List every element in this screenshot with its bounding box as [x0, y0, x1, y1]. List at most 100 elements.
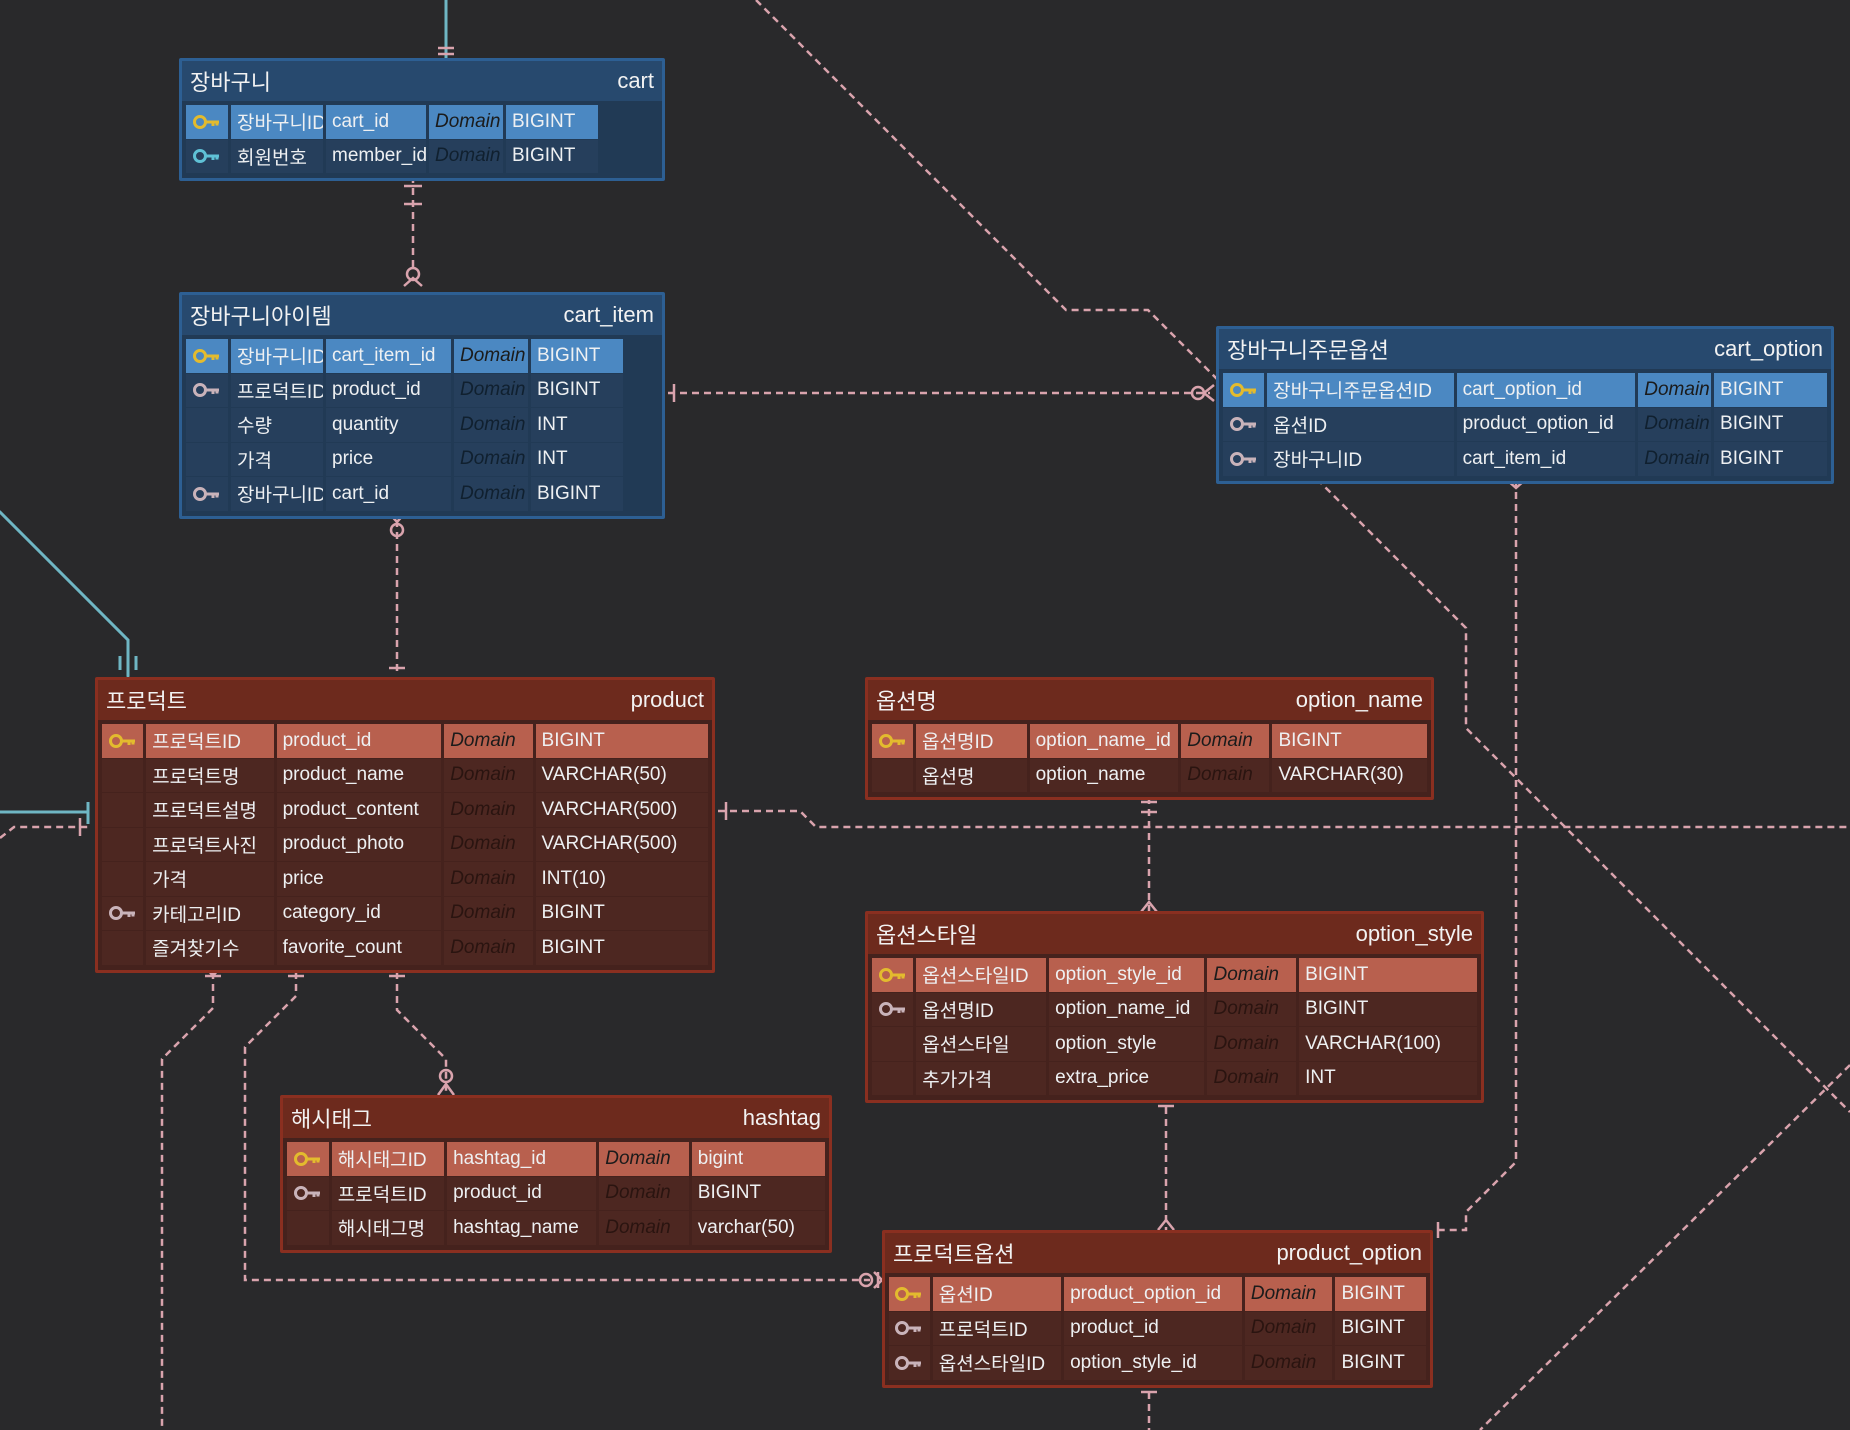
- entity-option-style[interactable]: 옵션스타일 option_style 옵션스타일ID option_style_i…: [865, 911, 1484, 1103]
- column-row[interactable]: 옵션명ID option_name_id Domain BIGINT: [872, 992, 1478, 1026]
- column-row[interactable]: 프로덕트ID product_id Domain BIGINT: [889, 1311, 1426, 1345]
- column-row[interactable]: 옵션명ID option_name_id Domain BIGINT: [872, 724, 1427, 758]
- entity-product-option[interactable]: 프로덕트옵션 product_option 옵션ID product_option…: [882, 1230, 1433, 1388]
- column-row[interactable]: 장바구니ID cart_item_id Domain BIGINT: [186, 339, 658, 373]
- entity-physical-name: cart_option: [1714, 336, 1823, 361]
- column-row[interactable]: 프로덕트명 product_name Domain VARCHAR(50): [102, 758, 708, 792]
- column-data-type: BIGINT: [531, 373, 623, 407]
- entity-logical-name: 장바구니주문옵션: [1227, 338, 1389, 363]
- column-list: 옵션명ID option_name_id Domain BIGINT 옵션명 option…: [868, 720, 1431, 797]
- entity-logical-name: 장바구니: [190, 70, 271, 95]
- column-row[interactable]: 프로덕트ID product_id Domain BIGINT: [287, 1176, 825, 1210]
- column-row[interactable]: 회원번호 member_id Domain BIGINT: [186, 139, 658, 173]
- column-domain: Domain: [444, 862, 533, 896]
- column-row[interactable]: 장바구니ID cart_item_id Domain BIGINT: [1223, 442, 1827, 476]
- entity-logical-name: 장바구니아이템: [190, 304, 332, 329]
- column-key-cell: [186, 339, 228, 373]
- column-domain: Domain: [444, 793, 533, 827]
- foreign-key-icon: [1229, 417, 1256, 432]
- primary-key-icon: [293, 1151, 320, 1166]
- entity-physical-name: option_name: [1295, 687, 1423, 712]
- column-logical-name: 추가가격: [916, 1061, 1047, 1095]
- column-data-type: BIGINT: [1335, 1277, 1426, 1311]
- column-row[interactable]: 추가가격 extra_price Domain INT: [872, 1061, 1478, 1095]
- column-physical-name: cart_item_id: [326, 339, 451, 373]
- column-key-cell: [102, 862, 144, 896]
- column-row[interactable]: 해시태그명 hashtag_name Domain varchar(50): [287, 1211, 825, 1245]
- column-physical-name: option_name_id: [1049, 992, 1205, 1026]
- column-data-type: BIGINT: [506, 105, 598, 139]
- entity-physical-name: option_style: [1355, 921, 1473, 946]
- entity-cart-item[interactable]: 장바구니아이템 cart_item 장바구니ID cart_item_id Doma…: [179, 292, 665, 519]
- column-row[interactable]: 해시태그ID hashtag_id Domain bigint: [287, 1142, 825, 1176]
- column-key-cell: [186, 105, 228, 139]
- column-physical-name: product_id: [276, 724, 442, 758]
- entity-product[interactable]: 프로덕트 product 프로덕트ID product_id Domain BIGIN…: [95, 677, 715, 973]
- column-physical-name: cart_id: [326, 105, 426, 139]
- rel-diagonal-bottom: [1479, 1064, 1850, 1430]
- column-physical-name: category_id: [276, 896, 442, 930]
- entity-header: 프로덕트옵션 product_option: [885, 1233, 1430, 1273]
- column-key-cell: [872, 724, 913, 758]
- column-domain: Domain: [444, 758, 533, 792]
- column-physical-name: option_style_id: [1064, 1346, 1242, 1380]
- column-data-type: BIGINT: [535, 931, 708, 965]
- column-row[interactable]: 가격 price Domain INT(10): [102, 862, 708, 896]
- column-row[interactable]: 장바구니ID cart_id Domain BIGINT: [186, 105, 658, 139]
- column-key-cell: [102, 827, 144, 861]
- column-domain: Domain: [1207, 1061, 1297, 1095]
- column-logical-name: 장바구니ID: [231, 105, 323, 139]
- column-list: 옵션ID product_option_id Domain BIGINT 프로덕트ID p…: [885, 1273, 1430, 1385]
- column-key-cell: [102, 793, 144, 827]
- column-logical-name: 옵션스타일ID: [932, 1346, 1062, 1380]
- column-data-type: VARCHAR(500): [535, 793, 708, 827]
- column-row[interactable]: 카테고리ID category_id Domain BIGINT: [102, 896, 708, 930]
- entity-hashtag[interactable]: 해시태그 hashtag 해시태그ID hashtag_id Domain bigin…: [280, 1095, 832, 1253]
- column-logical-name: 옵션명: [916, 758, 1027, 792]
- column-row[interactable]: 옵션스타일ID option_style_id Domain BIGINT: [889, 1346, 1426, 1380]
- primary-key-icon: [108, 733, 135, 748]
- column-row[interactable]: 프로덕트사진 product_photo Domain VARCHAR(500): [102, 827, 708, 861]
- column-row[interactable]: 옵션스타일 option_style Domain VARCHAR(100): [872, 1027, 1478, 1061]
- column-data-type: VARCHAR(500): [535, 827, 708, 861]
- primary-key-icon: [878, 733, 905, 748]
- column-row[interactable]: 프로덕트설명 product_content Domain VARCHAR(500): [102, 793, 708, 827]
- rel-product-down: [160, 972, 215, 1430]
- column-row[interactable]: 수량 quantity Domain INT: [186, 408, 658, 442]
- column-key-cell: [889, 1311, 930, 1345]
- column-data-type: INT: [531, 442, 623, 476]
- entity-header: 장바구니 cart: [182, 61, 662, 101]
- foreign-key-icon: [895, 1321, 922, 1336]
- column-data-type: BIGINT: [1272, 724, 1427, 758]
- column-domain: Domain: [454, 477, 528, 511]
- entity-cart-option[interactable]: 장바구니주문옵션 cart_option 장바구니주문옵션ID cart_opti…: [1216, 326, 1834, 484]
- column-row[interactable]: 옵션명 option_name Domain VARCHAR(30): [872, 758, 1427, 792]
- category-reference-line: [0, 510, 130, 678]
- column-list: 장바구니ID cart_id Domain BIGINT 회원번호 member_id Do…: [182, 101, 662, 178]
- foreign-key-icon: [193, 383, 219, 398]
- entity-cart[interactable]: 장바구니 cart 장바구니ID cart_id Domain BIGINT 회원번호 m…: [179, 58, 665, 181]
- column-row[interactable]: 프로덕트ID product_id Domain BIGINT: [102, 724, 708, 758]
- entity-physical-name: cart: [617, 68, 654, 93]
- column-row[interactable]: 장바구니주문옵션ID cart_option_id Domain BIGINT: [1223, 373, 1827, 407]
- column-logical-name: 프로덕트ID: [231, 373, 323, 407]
- column-row[interactable]: 즐겨찾기수 favorite_count Domain BIGINT: [102, 931, 708, 965]
- column-row[interactable]: 옵션스타일ID option_style_id Domain BIGINT: [872, 958, 1478, 992]
- column-data-type: VARCHAR(100): [1299, 1027, 1478, 1061]
- column-data-type: BIGINT: [535, 896, 708, 930]
- column-key-cell: [872, 1027, 914, 1061]
- column-row[interactable]: 장바구니ID cart_id Domain BIGINT: [186, 477, 658, 511]
- column-key-cell: [872, 1061, 914, 1095]
- entity-option-name[interactable]: 옵션명 option_name 옵션명ID option_name_id Domai…: [865, 677, 1434, 800]
- column-physical-name: cart_option_id: [1456, 373, 1636, 407]
- column-row[interactable]: 프로덕트ID product_id Domain BIGINT: [186, 373, 658, 407]
- column-row[interactable]: 옵션ID product_option_id Domain BIGINT: [889, 1277, 1426, 1311]
- column-physical-name: option_name: [1029, 758, 1179, 792]
- foreign-key-icon: [193, 486, 219, 501]
- entity-logical-name: 옵션명: [876, 689, 937, 714]
- column-row[interactable]: 옵션ID product_option_id Domain BIGINT: [1223, 407, 1827, 441]
- column-data-type: BIGINT: [1714, 442, 1827, 476]
- column-key-cell: [872, 958, 914, 992]
- column-domain: Domain: [454, 373, 528, 407]
- column-row[interactable]: 가격 price Domain INT: [186, 442, 658, 476]
